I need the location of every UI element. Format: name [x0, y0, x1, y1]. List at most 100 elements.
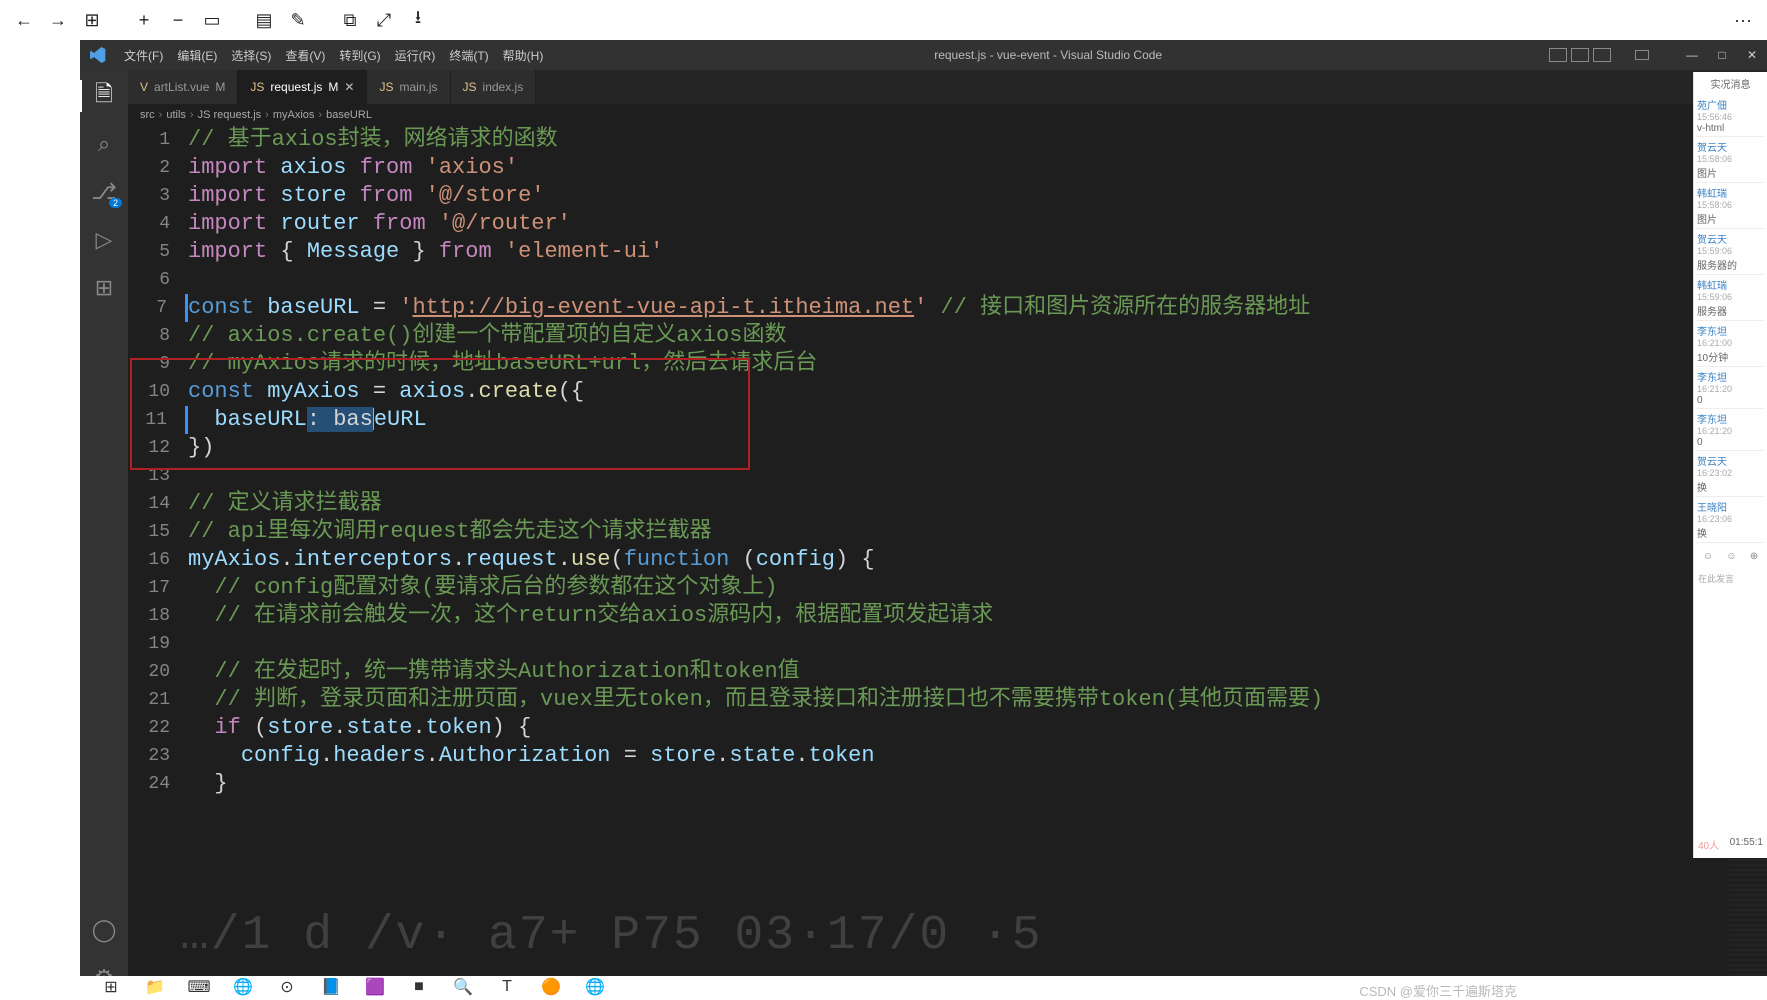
code-line[interactable]: 19 — [128, 630, 1767, 658]
menu-item[interactable]: 终端(T) — [443, 43, 494, 68]
code-line[interactable]: 1// 基于axios封装，网络请求的函数 — [128, 126, 1767, 154]
modified-indicator: M — [215, 80, 225, 94]
code-line[interactable]: 3import store from '@/store' — [128, 182, 1767, 210]
menu-item[interactable]: 查看(V) — [279, 43, 331, 68]
activity-extensions-icon[interactable]: ⊞ — [80, 268, 128, 308]
code-line[interactable]: 13 — [128, 462, 1767, 490]
taskbar-app-icon[interactable]: ⌨ — [188, 976, 210, 998]
breadcrumb-item[interactable]: JS request.js — [198, 109, 262, 121]
editor-tab[interactable]: JSindex.js — [451, 70, 537, 104]
code-line[interactable]: 22 if (store.state.token) { — [128, 714, 1767, 742]
menu-item[interactable]: 选择(S) — [225, 43, 277, 68]
taskbar-app-icon[interactable]: ⊙ — [276, 976, 298, 998]
breadcrumb-item[interactable]: utils — [166, 109, 186, 121]
code-line[interactable]: 20 // 在发起时，统一携带请求头Authorization和token值 — [128, 658, 1767, 686]
code-line[interactable]: 18 // 在请求前会触发一次，这个return交给axios源码内，根据配置项… — [128, 602, 1767, 630]
code-line[interactable]: 11 baseURL: baseURL — [128, 406, 1767, 434]
code-line[interactable]: 17 // config配置对象(要请求后台的参数都在这个对象上) — [128, 574, 1767, 602]
line-number: 3 — [128, 182, 188, 210]
code-line[interactable]: 16myAxios.interceptors.request.use(funct… — [128, 546, 1767, 574]
activity-scm-icon[interactable]: ⎇2 — [80, 172, 128, 212]
code-line[interactable]: 15// api里每次调用request都会先走这个请求拦截器 — [128, 518, 1767, 546]
code-line[interactable]: 8// axios.create()创建一个带配置项的自定义axios函数 — [128, 322, 1767, 350]
taskbar-app-icon[interactable]: 🟠 — [540, 976, 562, 998]
nav-forward-icon[interactable]: → — [44, 6, 72, 34]
chat-message[interactable]: 韩虹瑞 15:59:06服务器 — [1696, 275, 1765, 321]
taskbar-app-icon[interactable]: ■ — [408, 976, 430, 998]
line-number: 16 — [128, 546, 188, 574]
editor-tab[interactable]: JSmain.js — [367, 70, 450, 104]
minimize-icon[interactable]: — — [1677, 40, 1707, 70]
code-line[interactable]: 7const baseURL = 'http://big-event-vue-a… — [128, 294, 1767, 322]
line-number: 24 — [128, 770, 188, 798]
split-view-icon[interactable]: ▭ — [198, 6, 226, 34]
zoom-in-icon[interactable]: + — [130, 6, 158, 34]
code-line[interactable]: 6 — [128, 266, 1767, 294]
activity-explorer-icon[interactable]: 🗎 — [80, 76, 128, 116]
code-line[interactable]: 12}) — [128, 434, 1767, 462]
reaction-row[interactable]: ☺ ☺ ⊕ — [1696, 547, 1765, 566]
chat-message[interactable]: 韩虹瑞 15:58:06图片 — [1696, 183, 1765, 229]
taskbar-app-icon[interactable]: 🌐 — [232, 976, 254, 998]
chat-message[interactable]: 李东坦 16:21:200 — [1696, 409, 1765, 451]
breadcrumb-item[interactable]: baseURL — [326, 109, 372, 121]
code-line[interactable]: 5import { Message } from 'element-ui' — [128, 238, 1767, 266]
close-window-icon[interactable]: ✕ — [1737, 40, 1767, 70]
code-line[interactable]: 14// 定义请求拦截器 — [128, 490, 1767, 518]
copy-icon[interactable]: ⧉ — [336, 6, 364, 34]
layout-controls[interactable] — [1547, 48, 1613, 62]
taskbar-app-icon[interactable]: 📘 — [320, 976, 342, 998]
taskbar-app-icon[interactable]: 🔍 — [452, 976, 474, 998]
code-line[interactable]: 4import router from '@/router' — [128, 210, 1767, 238]
editor-tab[interactable]: JSrequest.jsM✕ — [238, 70, 367, 104]
menu-bar: 文件(F)编辑(E)选择(S)查看(V)转到(G)运行(R)终端(T)帮助(H) — [118, 43, 549, 68]
taskbar-app-icon[interactable]: 📁 — [144, 976, 166, 998]
code-line[interactable]: 10const myAxios = axios.create({ — [128, 378, 1767, 406]
menu-item[interactable]: 帮助(H) — [497, 43, 550, 68]
reaction-icon[interactable]: ☺ — [1726, 551, 1736, 562]
activity-search-icon[interactable]: ⌕ — [80, 124, 128, 164]
menu-item[interactable]: 运行(R) — [389, 43, 442, 68]
chat-message[interactable]: 王晓阳 16:23:06换 — [1696, 497, 1765, 543]
maximize-icon[interactable]: □ — [1707, 40, 1737, 70]
activity-debug-icon[interactable]: ▷ — [80, 220, 128, 260]
code-line[interactable]: 24 } — [128, 770, 1767, 798]
chat-message[interactable]: 苑广佃 15:56:46v-html — [1696, 95, 1765, 137]
taskbar-app-icon[interactable]: 🌐 — [584, 976, 606, 998]
chat-input-hint[interactable]: 在此发言 — [1696, 570, 1765, 587]
chat-message[interactable]: 李东坦 16:21:200 — [1696, 367, 1765, 409]
breadcrumb[interactable]: src›utils›JS request.js›myAxios›baseURL — [128, 104, 1767, 126]
menu-item[interactable]: 编辑(E) — [171, 43, 223, 68]
menu-item[interactable]: 转到(G) — [333, 43, 386, 68]
edit-icon[interactable]: ✎ — [284, 6, 312, 34]
code-line[interactable]: 23 config.headers.Authorization = store.… — [128, 742, 1767, 770]
sidebar-toggle-icon[interactable]: ▤ — [250, 6, 278, 34]
nav-back-icon[interactable]: ← — [10, 6, 38, 34]
download-icon[interactable]: ⭳ — [404, 6, 432, 34]
menu-item[interactable]: 文件(F) — [118, 43, 169, 68]
panel-toggle-icon[interactable] — [1627, 40, 1657, 70]
activity-account-icon[interactable]: ◯ — [80, 910, 128, 950]
code-line[interactable]: 2import axios from 'axios' — [128, 154, 1767, 182]
apps-icon[interactable]: ⊞ — [78, 6, 106, 34]
zoom-out-icon[interactable]: − — [164, 6, 192, 34]
fullscreen-icon[interactable]: ⤢ — [370, 6, 398, 34]
taskbar-app-icon[interactable]: ⊞ — [100, 976, 122, 998]
close-tab-icon[interactable]: ✕ — [344, 80, 354, 94]
reaction-icon[interactable]: ☺ — [1703, 551, 1713, 562]
breadcrumb-item[interactable]: src — [140, 109, 155, 121]
app-top-toolbar: ← → ⊞ + − ▭ ▤ ✎ ⧉ ⤢ ⭳ ··· — [0, 0, 1767, 40]
chat-message[interactable]: 贺云天 15:58:06图片 — [1696, 137, 1765, 183]
code-line[interactable]: 21 // 判断，登录页面和注册页面，vuex里无token，而且登录接口和注册… — [128, 686, 1767, 714]
reaction-icon[interactable]: ⊕ — [1750, 551, 1758, 562]
chat-message[interactable]: 贺云天 15:59:06服务器的 — [1696, 229, 1765, 275]
code-line[interactable]: 9// myAxios请求的时候，地址baseURL+url，然后去请求后台 — [128, 350, 1767, 378]
breadcrumb-item[interactable]: myAxios — [273, 109, 315, 121]
editor-tab[interactable]: VartList.vueM — [128, 70, 238, 104]
code-editor[interactable]: 1// 基于axios封装，网络请求的函数2import axios from … — [128, 126, 1767, 998]
chat-message[interactable]: 李东坦 16:21:0010分钟 — [1696, 321, 1765, 367]
more-icon[interactable]: ··· — [1729, 6, 1757, 34]
taskbar-app-icon[interactable]: 🟪 — [364, 976, 386, 998]
taskbar-app-icon[interactable]: T — [496, 976, 518, 998]
chat-message[interactable]: 贺云天 16:23:02换 — [1696, 451, 1765, 497]
